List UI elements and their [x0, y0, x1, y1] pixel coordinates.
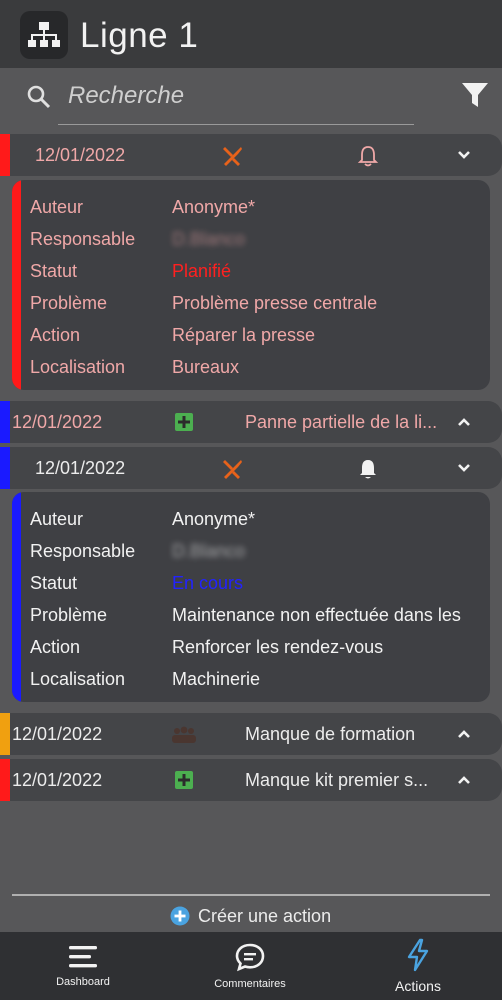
plus-icon — [175, 413, 193, 431]
chevron-up-icon[interactable] — [455, 773, 473, 787]
list-item[interactable]: 12/01/2022 Manque kit premier s... — [0, 759, 502, 801]
detail-value: Réparer la presse — [172, 325, 316, 345]
detail-label: Auteur — [30, 509, 84, 529]
chevron-up-icon[interactable] — [455, 727, 473, 741]
nav-actions-label: Actions — [395, 978, 441, 994]
priority-bar — [12, 180, 21, 390]
chat-bubble-icon — [235, 943, 265, 972]
item-date: 12/01/2022 — [35, 145, 126, 165]
detail-label: Action — [30, 637, 81, 657]
detail-value: D.Blanco — [172, 229, 246, 249]
search-icon — [27, 85, 51, 109]
search-input[interactable]: Recherche — [68, 82, 184, 110]
list-item[interactable]: 12/01/2022 — [0, 447, 502, 489]
detail-value: Renforcer les rendez-vous — [172, 637, 384, 657]
detail-value: Problème presse centrale — [172, 293, 378, 313]
list-item[interactable]: 12/01/2022 Panne partielle de la li... — [0, 401, 502, 443]
priority-bar — [12, 492, 21, 702]
priority-bar — [0, 713, 10, 755]
tools-icon — [223, 147, 242, 166]
filter-icon[interactable] — [460, 80, 490, 110]
detail-value: Anonyme* — [172, 197, 256, 217]
create-action-label: Créer une action — [198, 905, 332, 926]
nav-dashboard-label: Dashboard — [56, 976, 110, 988]
item-date: 12/01/2022 — [12, 770, 103, 790]
item-details-card: Auteur Anonyme* Responsable D.Blanco Sta… — [12, 180, 490, 390]
detail-label: Problème — [30, 293, 108, 313]
detail-label: Auteur — [30, 197, 84, 217]
bottom-navigation: Dashboard Commentaires Actions — [0, 932, 502, 1000]
hierarchy-icon[interactable] — [20, 11, 68, 59]
search-bar: Recherche — [0, 68, 502, 130]
bell-icon — [360, 460, 376, 479]
status-value: En cours — [172, 573, 244, 593]
detail-value: Machinerie — [172, 669, 261, 689]
nav-dashboard[interactable]: Dashboard — [48, 932, 118, 1000]
nav-actions[interactable]: Actions — [380, 932, 456, 1000]
menu-icon — [69, 946, 97, 968]
priority-bar — [0, 401, 10, 443]
item-date: 12/01/2022 — [35, 458, 126, 478]
search-underline — [58, 124, 414, 125]
lightning-icon — [407, 938, 429, 972]
detail-label: Responsable — [30, 541, 136, 561]
item-details-card: Auteur Anonyme* Responsable D.Blanco Sta… — [12, 492, 490, 702]
bell-icon — [357, 146, 379, 167]
status-value: Planifié — [172, 261, 232, 281]
app-header: Ligne 1 — [0, 0, 502, 68]
detail-label: Problème — [30, 605, 108, 625]
priority-bar — [0, 134, 10, 176]
tools-icon — [223, 460, 242, 479]
detail-value: D.Blanco — [172, 541, 246, 561]
detail-value: Maintenance non effectuée dans les — [172, 605, 461, 625]
item-title: Manque kit premier s... — [245, 770, 429, 790]
detail-label: Localisation — [30, 669, 126, 689]
plus-icon — [175, 771, 193, 789]
create-action-button[interactable]: Créer une action — [170, 903, 331, 929]
list-item[interactable]: 12/01/2022 Manque de formation — [0, 713, 502, 755]
item-title: Manque de formation — [245, 724, 416, 744]
detail-label: Localisation — [30, 357, 126, 377]
detail-value: Bureaux — [172, 357, 240, 377]
priority-bar — [0, 759, 10, 801]
priority-bar — [0, 447, 10, 489]
item-date: 12/01/2022 — [12, 724, 103, 744]
page-title: Ligne 1 — [80, 16, 199, 55]
divider — [12, 894, 490, 896]
chevron-down-icon[interactable] — [455, 148, 473, 162]
item-title: Panne partielle de la li... — [245, 412, 438, 432]
detail-label: Statut — [30, 261, 78, 281]
chevron-down-icon[interactable] — [455, 461, 473, 475]
item-date: 12/01/2022 — [12, 412, 103, 432]
detail-label: Action — [30, 325, 81, 345]
detail-label: Statut — [30, 573, 78, 593]
nav-comments-label: Commentaires — [214, 978, 286, 990]
detail-value: Anonyme* — [172, 509, 256, 529]
chevron-up-icon[interactable] — [455, 415, 473, 429]
add-circle-icon — [170, 906, 190, 926]
people-icon — [172, 726, 196, 743]
list-item[interactable]: 12/01/2022 — [0, 134, 502, 176]
detail-label: Responsable — [30, 229, 136, 249]
nav-comments[interactable]: Commentaires — [205, 932, 295, 1000]
